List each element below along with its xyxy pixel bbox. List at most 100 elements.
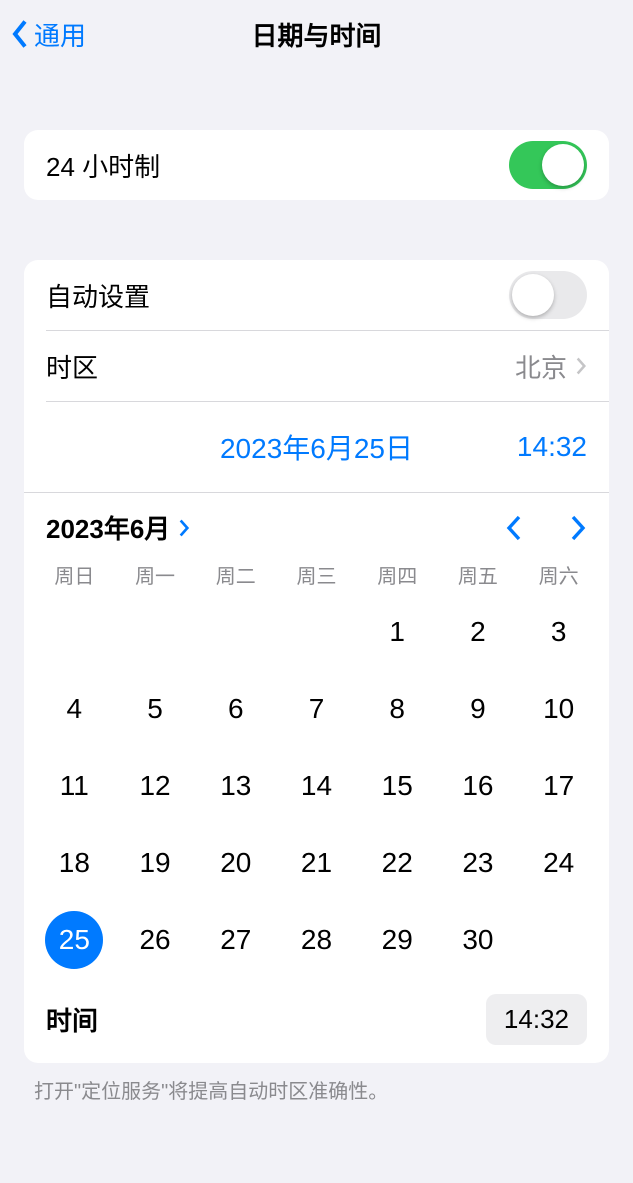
- calendar-day[interactable]: 19: [115, 824, 196, 901]
- group-24-hour: 24 小时制: [24, 130, 609, 200]
- label-auto-set: 自动设置: [46, 277, 150, 314]
- weekday-label: 周日: [34, 560, 115, 589]
- back-button[interactable]: 通用: [10, 0, 86, 68]
- calendar-day[interactable]: 8: [357, 670, 438, 747]
- calendar-day-number: 20: [207, 834, 265, 892]
- calendar-day-number: 30: [449, 911, 507, 969]
- calendar-day-number: 25: [45, 911, 103, 969]
- selected-date-display[interactable]: 2023年6月25日: [220, 427, 413, 467]
- calendar-day[interactable]: 27: [195, 901, 276, 978]
- calendar-day[interactable]: 22: [357, 824, 438, 901]
- calendar-day[interactable]: 24: [518, 824, 599, 901]
- calendar-day[interactable]: 11: [34, 747, 115, 824]
- calendar-day[interactable]: 21: [276, 824, 357, 901]
- weekday-label: 周三: [276, 560, 357, 589]
- calendar-day[interactable]: 5: [115, 670, 196, 747]
- calendar-day[interactable]: 6: [195, 670, 276, 747]
- calendar-day-number: 6: [207, 680, 265, 738]
- calendar-day-number: 8: [368, 680, 426, 738]
- row-auto-set: 自动设置: [24, 260, 609, 330]
- value-timezone: 北京: [515, 348, 567, 385]
- weekday-label: 周四: [357, 560, 438, 589]
- calendar-day[interactable]: 18: [34, 824, 115, 901]
- row-timezone[interactable]: 时区 北京: [24, 331, 609, 401]
- calendar-day-number: 23: [449, 834, 507, 892]
- row-24-hour: 24 小时制: [24, 130, 609, 200]
- calendar-day[interactable]: 13: [195, 747, 276, 824]
- calendar-day[interactable]: 3: [518, 593, 599, 670]
- calendar-day[interactable]: 17: [518, 747, 599, 824]
- calendar-grid: 1234567891011121314151617181920212223242…: [24, 593, 609, 986]
- next-month-button[interactable]: [569, 514, 587, 542]
- calendar-day-number: 15: [368, 757, 426, 815]
- calendar-day-number: 17: [530, 757, 588, 815]
- row-date-time-display: 2023年6月25日 14:32: [24, 402, 609, 492]
- calendar-day-number: 14: [287, 757, 345, 815]
- group-datetime: 自动设置 时区 北京 2023年6月25日 14:32 2023年6月 周日周一…: [24, 260, 609, 1063]
- back-label: 通用: [34, 16, 86, 53]
- chevron-left-icon: [10, 19, 30, 49]
- calendar-day[interactable]: 20: [195, 824, 276, 901]
- calendar-day-number: 18: [45, 834, 103, 892]
- calendar-day-number: 11: [45, 757, 103, 815]
- calendar-day[interactable]: 14: [276, 747, 357, 824]
- page-title: 日期与时间: [251, 16, 381, 53]
- calendar-day[interactable]: 10: [518, 670, 599, 747]
- label-24-hour: 24 小时制: [46, 147, 160, 184]
- label-time: 时间: [46, 1001, 98, 1038]
- switch-knob: [542, 144, 584, 186]
- calendar-day-number: 2: [449, 603, 507, 661]
- weekday-label: 周一: [115, 560, 196, 589]
- calendar-day[interactable]: 1: [357, 593, 438, 670]
- calendar-day[interactable]: 28: [276, 901, 357, 978]
- calendar-day-number: 19: [126, 834, 184, 892]
- month-label: 2023年6月: [46, 509, 170, 546]
- calendar-day-number: 21: [287, 834, 345, 892]
- chevron-right-icon: [575, 356, 587, 376]
- calendar-day-number: 9: [449, 680, 507, 738]
- calendar-day-number: 7: [287, 680, 345, 738]
- calendar-day[interactable]: 23: [438, 824, 519, 901]
- calendar-header: 2023年6月: [24, 493, 609, 554]
- calendar-day[interactable]: 9: [438, 670, 519, 747]
- calendar-day-number: 13: [207, 757, 265, 815]
- calendar-day[interactable]: 12: [115, 747, 196, 824]
- calendar-day-number: 27: [207, 911, 265, 969]
- calendar-empty-cell: [34, 593, 115, 670]
- calendar-day[interactable]: 15: [357, 747, 438, 824]
- calendar-day-number: 10: [530, 680, 588, 738]
- switch-knob: [512, 274, 554, 316]
- calendar-day-number: 5: [126, 680, 184, 738]
- footnote: 打开"定位服务"将提高自动时区准确性。: [34, 1075, 599, 1104]
- calendar-day[interactable]: 4: [34, 670, 115, 747]
- label-timezone: 时区: [46, 348, 98, 385]
- calendar-day[interactable]: 30: [438, 901, 519, 978]
- calendar-day[interactable]: 16: [438, 747, 519, 824]
- calendar-day[interactable]: 2: [438, 593, 519, 670]
- calendar-day-number: 1: [368, 603, 426, 661]
- weekday-labels: 周日周一周二周三周四周五周六: [24, 554, 609, 593]
- time-picker[interactable]: 14:32: [486, 994, 587, 1045]
- chevron-right-icon: [178, 518, 190, 538]
- calendar-day-number: 3: [530, 603, 588, 661]
- calendar-day-number: 16: [449, 757, 507, 815]
- switch-auto-set[interactable]: [509, 271, 587, 319]
- month-picker[interactable]: 2023年6月: [46, 509, 190, 546]
- weekday-label: 周二: [195, 560, 276, 589]
- weekday-label: 周五: [438, 560, 519, 589]
- calendar-day[interactable]: 25: [34, 901, 115, 978]
- calendar-day[interactable]: 7: [276, 670, 357, 747]
- calendar-day[interactable]: 26: [115, 901, 196, 978]
- calendar-day[interactable]: 29: [357, 901, 438, 978]
- weekday-label: 周六: [518, 560, 599, 589]
- selected-time-display[interactable]: 14:32: [517, 431, 587, 463]
- calendar-empty-cell: [115, 593, 196, 670]
- calendar-day-number: 4: [45, 680, 103, 738]
- calendar-empty-cell: [195, 593, 276, 670]
- calendar-day-number: 29: [368, 911, 426, 969]
- prev-month-button[interactable]: [505, 514, 523, 542]
- switch-24-hour[interactable]: [509, 141, 587, 189]
- month-nav: [505, 514, 587, 542]
- calendar-empty-cell: [276, 593, 357, 670]
- calendar-day-number: 12: [126, 757, 184, 815]
